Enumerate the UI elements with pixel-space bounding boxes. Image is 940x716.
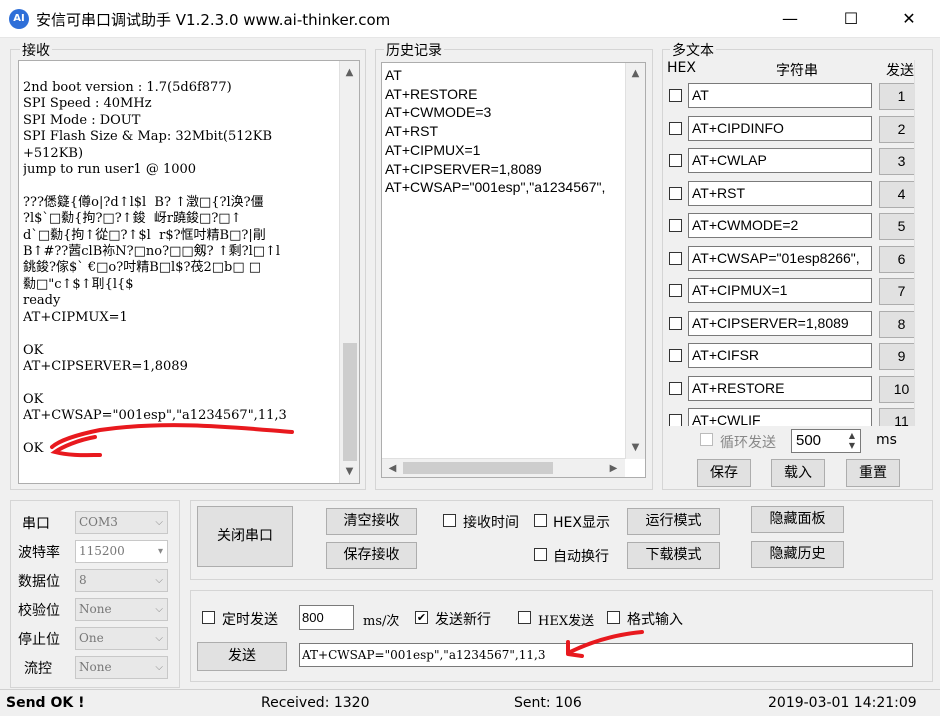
received-count: Received: 1320 — [261, 695, 370, 711]
send-status: Send OK ! — [6, 695, 85, 711]
datetime: 2019-03-01 14:21:09 — [768, 695, 917, 711]
status-bar: Send OK ! Received: 1320 Sent: 106 2019-… — [0, 689, 940, 716]
annotation-stroke — [568, 630, 644, 654]
annotation-stroke — [50, 423, 294, 449]
annotation-layer — [50, 423, 644, 658]
sent-count: Sent: 106 — [514, 695, 582, 711]
